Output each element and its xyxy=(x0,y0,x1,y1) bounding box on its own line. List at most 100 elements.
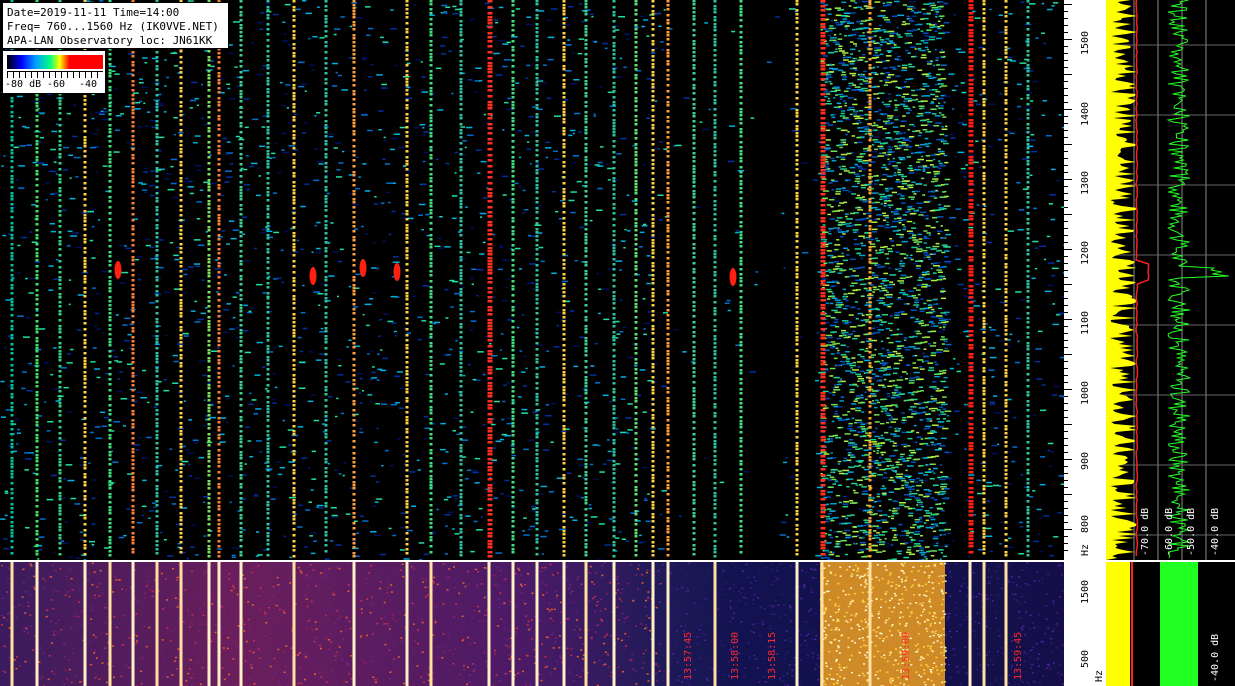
color-scale-ticks xyxy=(7,71,103,78)
freq-tick xyxy=(1064,18,1068,19)
mini-spectrum-panel: -40.0 dB xyxy=(1106,562,1235,686)
freq-tick xyxy=(1064,39,1072,40)
freq-tick xyxy=(1064,186,1068,187)
timestamp-label: 13:59:45 xyxy=(1013,631,1024,680)
freq-tick xyxy=(1064,249,1072,250)
freq-tick xyxy=(1064,214,1072,215)
freq-tick xyxy=(1064,340,1068,341)
freq-tick xyxy=(1064,291,1068,292)
scale-label-mid: -60 xyxy=(47,79,66,90)
freq-tick xyxy=(1064,53,1068,54)
freq-tick xyxy=(1064,67,1068,68)
freq-label-1300: 1300 xyxy=(1080,170,1091,195)
observatory-label: APA-LAN Observatory loc: JN61KK xyxy=(7,34,213,47)
freq-tick xyxy=(1064,221,1068,222)
freq-tick xyxy=(1064,459,1072,460)
freq-tick xyxy=(1064,298,1068,299)
freq-tick xyxy=(1064,382,1068,383)
freq-tick xyxy=(1064,389,1072,390)
freq-tick xyxy=(1064,431,1068,432)
scale-label-min: -80 dB xyxy=(5,79,42,90)
freq-tick xyxy=(1064,172,1068,173)
freq-tick xyxy=(1064,130,1068,131)
timestamp-label: 13:58:00 xyxy=(730,631,741,680)
freq-tick xyxy=(1064,60,1068,61)
freq-tick xyxy=(1064,4,1072,5)
freq-tick xyxy=(1064,207,1068,208)
freq-tick xyxy=(1064,529,1072,530)
freq-tick xyxy=(1064,494,1072,495)
freq-tick xyxy=(1064,333,1068,334)
freq-tick xyxy=(1064,123,1068,124)
waterfall-spectrogram[interactable]: Date=2019-11-11 Time=14:00 Freq= 760...1… xyxy=(0,0,1064,560)
freq-tick xyxy=(1064,403,1068,404)
freq-tick xyxy=(1064,487,1068,488)
freq-tick xyxy=(1064,46,1068,47)
freq-tick xyxy=(1064,151,1068,152)
frequency-axis: 1500 1400 1300 1200 1100 1000 900 800 Hz xyxy=(1064,0,1106,560)
timestamp-label: 13:58:15 xyxy=(767,631,778,680)
freq-tick xyxy=(1064,11,1068,12)
freq-tick xyxy=(1064,326,1068,327)
db-label: -40.0 dB xyxy=(1210,507,1221,556)
scale-label-max: -40 xyxy=(79,79,98,90)
freq-tick xyxy=(1064,235,1068,236)
timestamp-label: 13:59:00 xyxy=(901,631,912,680)
freq-label-1000: 1000 xyxy=(1080,380,1091,405)
freq-tick xyxy=(1064,74,1072,75)
mini-freq-unit: Hz xyxy=(1094,669,1105,682)
freq-tick xyxy=(1064,424,1072,425)
freq-tick xyxy=(1064,95,1068,96)
freq-tick xyxy=(1064,116,1068,117)
spectrum-plot xyxy=(1106,0,1235,560)
freq-tick xyxy=(1064,417,1068,418)
freq-tick xyxy=(1064,410,1068,411)
freq-tick xyxy=(1064,480,1068,481)
freq-tick xyxy=(1064,277,1068,278)
freq-tick xyxy=(1064,522,1068,523)
freq-tick xyxy=(1064,361,1068,362)
mini-frequency-axis: 1500 500 Hz xyxy=(1064,562,1106,686)
freq-tick xyxy=(1064,354,1072,355)
date-time-label: Date=2019-11-11 Time=14:00 xyxy=(7,6,180,19)
freq-tick xyxy=(1064,228,1068,229)
color-scale-bar xyxy=(7,55,103,69)
freq-tick xyxy=(1064,179,1072,180)
freq-tick xyxy=(1064,368,1068,369)
freq-tick xyxy=(1064,102,1068,103)
freq-tick xyxy=(1064,347,1068,348)
db-label: -50.0 dB xyxy=(1186,507,1197,556)
mini-db-label: -40.0 dB xyxy=(1210,633,1221,682)
freq-tick xyxy=(1064,137,1068,138)
freq-label-1100: 1100 xyxy=(1080,310,1091,335)
freq-tick xyxy=(1064,501,1068,502)
waterfall-canvas xyxy=(0,0,1064,560)
freq-tick xyxy=(1064,193,1068,194)
freq-tick xyxy=(1064,88,1068,89)
freq-label-900: 900 xyxy=(1080,451,1091,470)
freq-tick xyxy=(1064,445,1068,446)
spectrum-panel: -70.0 dB -60.0 dB -50.0 dB -40.0 dB xyxy=(1106,0,1235,560)
freq-tick xyxy=(1064,515,1068,516)
freq-tick xyxy=(1064,32,1068,33)
freq-tick xyxy=(1064,165,1068,166)
freq-tick xyxy=(1064,284,1072,285)
freq-tick xyxy=(1064,270,1068,271)
freq-tick xyxy=(1064,200,1068,201)
freq-tick xyxy=(1064,396,1068,397)
freq-unit-label: Hz xyxy=(1080,543,1091,556)
db-label: -70.0 dB xyxy=(1140,507,1151,556)
freq-label-1400: 1400 xyxy=(1080,101,1091,126)
freq-tick xyxy=(1064,466,1068,467)
freq-tick xyxy=(1064,375,1068,376)
freq-tick xyxy=(1064,109,1072,110)
mini-waterfall[interactable]: 13:57:45 13:58:00 13:58:15 13:59:00 13:5… xyxy=(0,562,1064,686)
freq-tick xyxy=(1064,25,1068,26)
timestamp-label: 13:57:45 xyxy=(683,631,694,680)
mini-freq-label-1500: 1500 xyxy=(1080,579,1091,604)
freq-tick xyxy=(1064,452,1068,453)
freq-label-1500: 1500 xyxy=(1080,30,1091,55)
freq-tick xyxy=(1064,536,1068,537)
freq-tick xyxy=(1064,305,1068,306)
freq-tick xyxy=(1064,158,1068,159)
